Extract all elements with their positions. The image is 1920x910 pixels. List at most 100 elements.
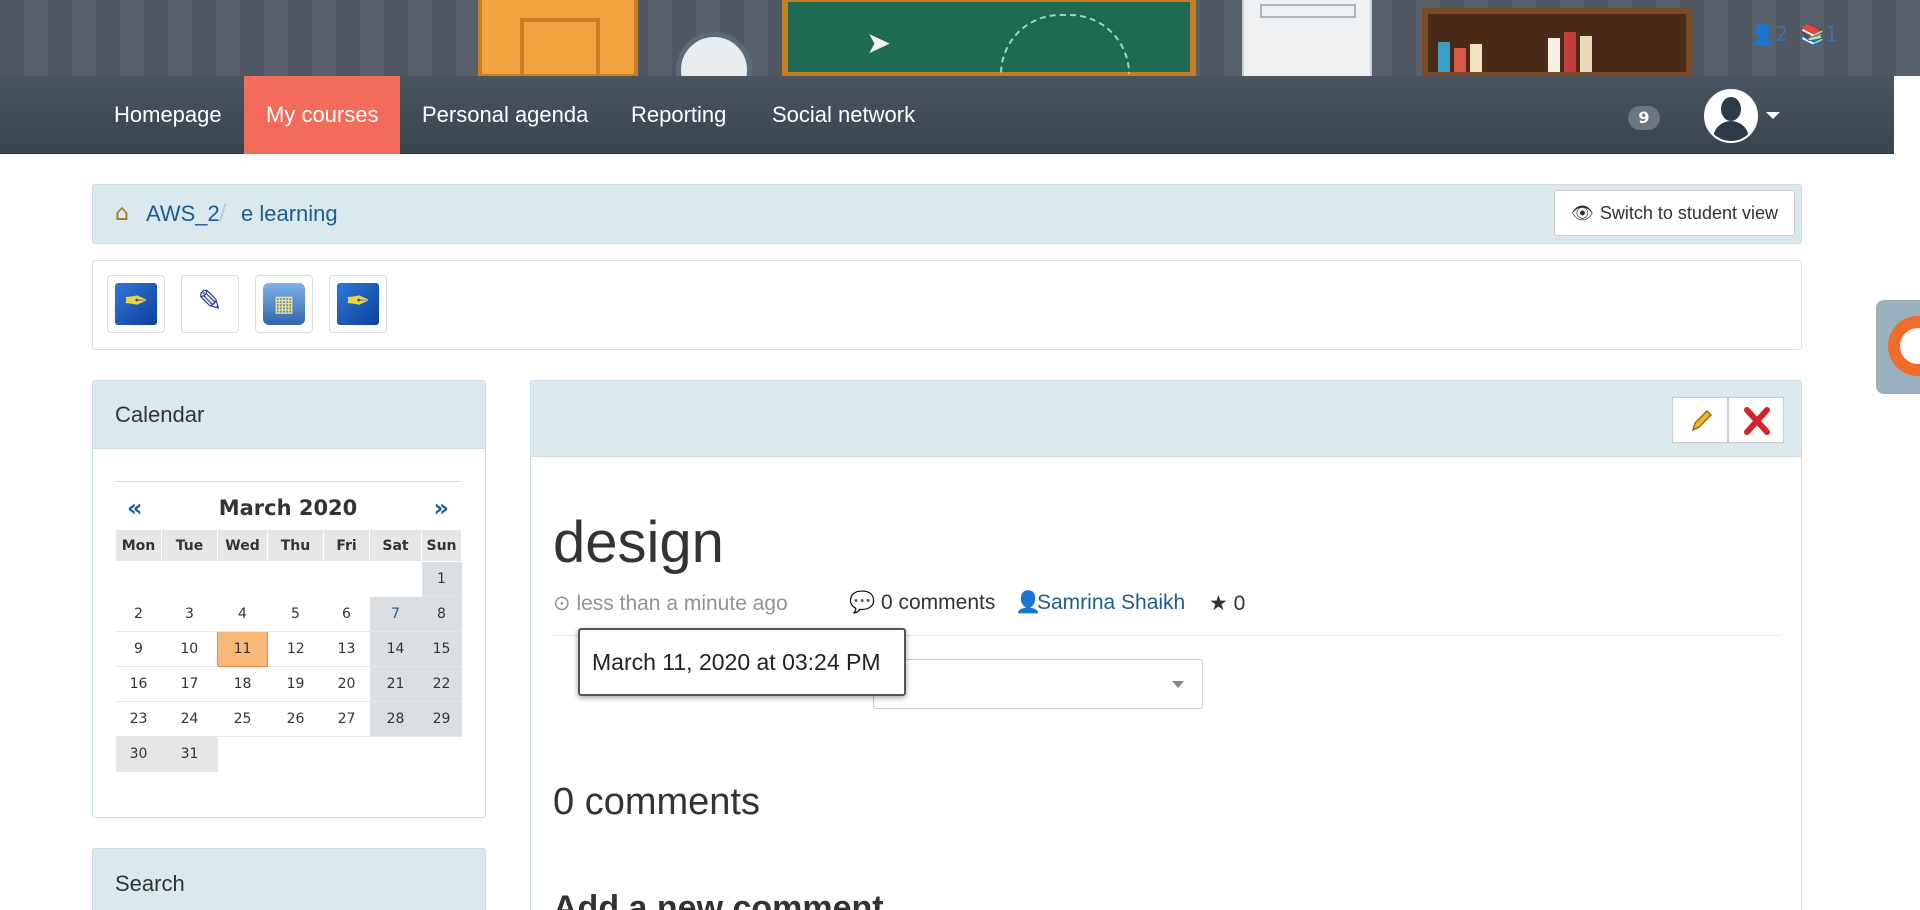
help-button[interactable] — [1876, 300, 1920, 394]
calendar-empty-cell — [218, 737, 268, 772]
nav-my-courses[interactable]: My courses — [244, 76, 401, 154]
calendar-day[interactable]: 9 — [115, 631, 162, 667]
post-comments-count: 💬 0 comments — [849, 591, 996, 614]
calendar-day[interactable]: 15 — [421, 631, 462, 667]
breadcrumb: ⌂ AWS_2 / e learning 👁 Switch to student … — [92, 184, 1802, 244]
calendar-day[interactable]: 26 — [267, 701, 324, 737]
blog-toolbar: ✒ ✎ ▦ ✒ — [92, 260, 1802, 350]
online-courses-counter[interactable]: 📚1 — [1800, 22, 1838, 46]
calendar-day[interactable]: 28 — [369, 701, 422, 737]
calendar-day[interactable]: 20 — [323, 666, 370, 702]
calendar-day[interactable]: 23 — [115, 701, 162, 737]
calendar-weekday: Thu — [267, 529, 324, 562]
calendar-day[interactable]: 13 — [323, 631, 370, 667]
switch-student-view-button[interactable]: 👁 Switch to student view — [1554, 190, 1795, 236]
post-author-link[interactable]: Samrina Shaikh — [1037, 591, 1185, 615]
calendar-empty-cell — [422, 737, 462, 772]
breadcrumb-item-course[interactable]: AWS_2 — [146, 201, 220, 227]
calendar-day[interactable]: 24 — [161, 701, 218, 737]
calendar-day[interactable]: 16 — [115, 666, 162, 702]
calendar-week-row: 2345678 — [115, 596, 462, 632]
calendar-day[interactable]: 21 — [369, 666, 422, 702]
paper-illustration — [1242, 0, 1372, 76]
edit-button[interactable] — [1672, 397, 1728, 443]
calendar-day[interactable]: 1 — [421, 561, 462, 597]
header-banner: ➤ 👤2 📚1 — [0, 0, 1920, 76]
user-avatar[interactable] — [1704, 89, 1758, 143]
manage-members-button[interactable]: ✒ — [329, 275, 387, 333]
calendar-day[interactable]: 18 — [217, 666, 268, 702]
calendar-day[interactable]: 7 — [369, 596, 422, 632]
chevron-down-icon[interactable] — [1766, 112, 1780, 119]
nav-personal-agenda[interactable]: Personal agenda — [400, 76, 610, 154]
nav-reporting[interactable]: Reporting — [609, 76, 748, 154]
calendar-day[interactable]: 17 — [161, 666, 218, 702]
search-panel-title: Search — [115, 871, 185, 896]
calendar-empty-cell — [324, 737, 370, 772]
calendar-day[interactable]: 3 — [161, 596, 218, 632]
pencil-icon — [1691, 409, 1713, 432]
nav-homepage[interactable]: Homepage — [92, 76, 244, 154]
calendar-day[interactable]: 5 — [267, 596, 324, 632]
calendar-day[interactable]: 6 — [323, 596, 370, 632]
door-illustration — [478, 0, 638, 76]
calendar-day[interactable]: 27 — [323, 701, 370, 737]
breadcrumb-separator: / — [219, 201, 227, 226]
paper-plane-icon: ➤ — [866, 26, 892, 61]
calendar-grid: Mon Tue Wed Thu Fri Sat Sun 1 2 3 4 5 6 7 8 9 10 11 12 13 1… — [115, 529, 462, 772]
clock-icon: ⊙ — [553, 592, 577, 615]
calendar-empty-cell — [218, 562, 268, 597]
clock-illustration — [676, 32, 752, 76]
lifebuoy-icon — [1888, 316, 1920, 376]
calendar-weekday: Mon — [115, 529, 162, 562]
calendar-day[interactable]: 22 — [421, 666, 462, 702]
nav-social-network[interactable]: Social network — [750, 76, 937, 154]
user-icon: 👤 — [1750, 22, 1776, 46]
calendar-day[interactable]: 2 — [115, 596, 162, 632]
calendar-day[interactable]: 19 — [267, 666, 324, 702]
calendar-empty-cell — [268, 562, 324, 597]
calendar-day[interactable]: 31 — [161, 736, 218, 772]
calendar-day[interactable]: 14 — [369, 631, 422, 667]
main-navbar: Homepage My courses Personal agenda Repo… — [0, 76, 1894, 154]
calendar-day[interactable]: 29 — [421, 701, 462, 737]
calendar-day[interactable]: 4 — [217, 596, 268, 632]
post-title: design — [553, 510, 724, 575]
calendar-day[interactable]: 10 — [161, 631, 218, 667]
post-rating: ★ 0 — [1209, 592, 1246, 615]
post-time[interactable]: ⊙ less than a minute ago — [553, 591, 788, 616]
calendar-empty-cell — [324, 562, 370, 597]
calendar-day[interactable]: 25 — [217, 701, 268, 737]
manage-tasks-button[interactable]: ✎ — [181, 275, 239, 333]
calendar-empty-cell — [116, 562, 162, 597]
add-comment-heading: Add a new comment — [553, 889, 884, 910]
home-icon[interactable]: ⌂ — [115, 201, 129, 226]
calendar-panel: Calendar « March 2020 » Mon Tue Wed Thu Fri S… — [92, 380, 486, 818]
calendar-empty-cell — [162, 562, 218, 597]
calendar-week-row: 30 31 — [115, 736, 462, 772]
close-icon — [1744, 407, 1770, 435]
notification-badge[interactable]: 9 — [1628, 106, 1660, 130]
calendar-day[interactable]: 11 — [217, 631, 268, 667]
online-users-counter[interactable]: 👤2 — [1750, 22, 1788, 46]
calendar-weekday: Tue — [161, 529, 218, 562]
course-icon: 📚 — [1800, 22, 1826, 46]
timestamp-tooltip: March 11, 2020 at 03:24 PM — [578, 628, 906, 696]
bookshelf-illustration — [1422, 8, 1692, 76]
calendar-day[interactable]: 12 — [267, 631, 324, 667]
calendar-day[interactable]: 8 — [421, 596, 462, 632]
calendar-week-row: 23 24 25 26 27 28 29 — [115, 701, 462, 737]
breadcrumb-item-tool[interactable]: e learning — [241, 201, 338, 227]
calendar-next-button[interactable]: » — [433, 494, 449, 522]
calendar-weekday: Sun — [421, 529, 462, 562]
delete-button[interactable] — [1728, 397, 1784, 443]
calendar-weekday: Fri — [323, 529, 370, 562]
rating-select[interactable] — [873, 659, 1203, 709]
star-icon: ★ — [1209, 592, 1234, 615]
calendar-empty-cell — [370, 737, 422, 772]
chalkboard-illustration — [782, 0, 1196, 76]
calendar-week-row: 9 10 11 12 13 14 15 — [115, 631, 462, 667]
calendar-day[interactable]: 30 — [115, 736, 162, 772]
article-list-button[interactable]: ▦ — [255, 275, 313, 333]
new-post-button[interactable]: ✒ — [107, 275, 165, 333]
